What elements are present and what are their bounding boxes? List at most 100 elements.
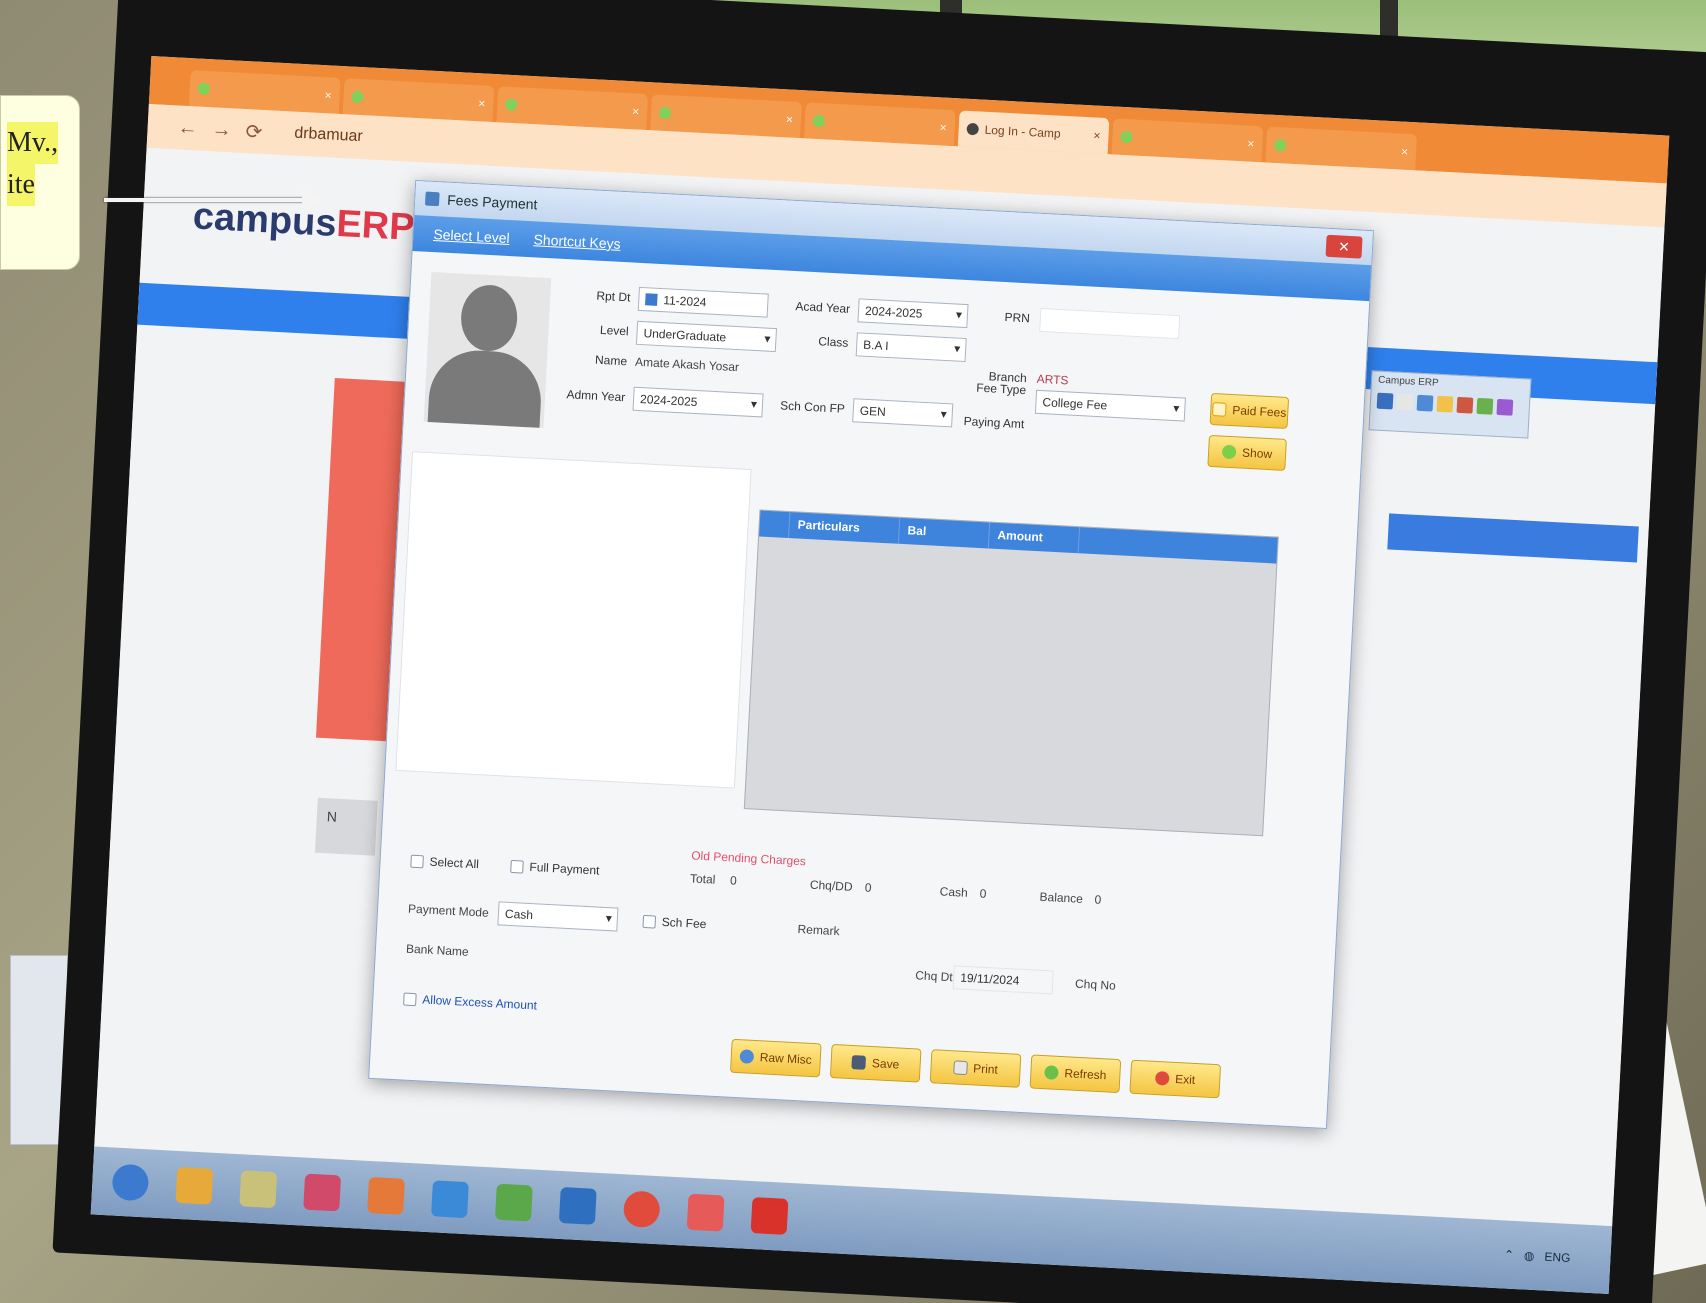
prn-field[interactable] — [1039, 307, 1181, 340]
sch-fee-checkbox[interactable]: Sch Fee — [642, 914, 707, 931]
rpt-dt-value: 11-2024 — [662, 293, 707, 310]
toolbar-icon[interactable] — [1496, 398, 1514, 416]
checkbox-box[interactable] — [410, 854, 424, 868]
rpt-dt-label: Rpt Dt — [596, 288, 631, 305]
payment-mode-select[interactable]: Cash — [497, 901, 619, 932]
toolbar-icon[interactable] — [1436, 395, 1454, 413]
student-name: Amate Akash Yosar — [634, 354, 740, 375]
tab-favicon-icon — [351, 90, 364, 104]
paying-amt-label: Paying Amt — [963, 414, 1025, 432]
exit-button[interactable]: Exit — [1129, 1059, 1222, 1099]
tab-favicon-icon — [1273, 138, 1287, 152]
photo-annotation-box: Mv., ite — [0, 95, 80, 270]
url-field[interactable]: drbamuar — [294, 125, 363, 147]
taskbar-app-icon[interactable] — [239, 1170, 278, 1209]
close-icon[interactable]: × — [939, 120, 947, 134]
show-button[interactable]: Show — [1207, 434, 1287, 471]
close-icon[interactable]: × — [1093, 128, 1101, 142]
checkbox-label: Full Payment — [529, 859, 600, 878]
admn-year-label: Admn Year — [566, 387, 626, 405]
tray-network-icon[interactable]: ◍ — [1524, 1249, 1535, 1264]
raw-misc-button[interactable]: Raw Misc — [729, 1038, 822, 1078]
fee-type-label: Fee Type — [975, 380, 1027, 398]
student-photo — [423, 271, 552, 429]
exit-icon — [1154, 1070, 1170, 1086]
taskbar-app-icon[interactable] — [558, 1186, 597, 1225]
level-select[interactable]: UnderGraduate — [635, 320, 778, 353]
rpt-dt-field[interactable]: 11-2024 — [637, 286, 769, 318]
chq-dt-field[interactable]: 19/11/2024 — [952, 965, 1054, 995]
toolbar-icon[interactable] — [1396, 393, 1414, 411]
web-login-box[interactable]: N — [314, 797, 378, 856]
document-icon — [1211, 402, 1227, 417]
file-explorer-icon[interactable] — [175, 1166, 214, 1205]
printer-icon — [952, 1060, 968, 1076]
chq-dd-value: 0 — [864, 880, 872, 895]
name-label: Name — [594, 352, 628, 369]
calendar-icon[interactable] — [645, 293, 658, 306]
grid-header-particulars[interactable]: Particulars — [789, 512, 901, 544]
payment-mode-label: Payment Mode — [407, 901, 490, 920]
cash-value: 0 — [979, 886, 987, 901]
toolbar-icon[interactable] — [1456, 396, 1474, 414]
class-select[interactable]: B.A I — [855, 332, 967, 363]
excel-icon[interactable] — [494, 1183, 533, 1222]
chq-dt-label: Chq Dt — [914, 968, 954, 985]
admn-year-select[interactable]: 2024-2025 — [632, 386, 764, 418]
reload-icon[interactable]: ⟳ — [245, 119, 263, 145]
taskbar-app-icon[interactable] — [367, 1176, 405, 1215]
grid-header-bal[interactable]: Bal — [898, 517, 991, 549]
refresh-icon — [1044, 1065, 1059, 1080]
tray-language[interactable]: ENG — [1544, 1250, 1571, 1265]
close-icon[interactable]: ✕ — [1325, 234, 1363, 259]
button-label: Print — [972, 1061, 999, 1077]
menu-shortcut-keys[interactable]: Shortcut Keys — [533, 231, 621, 252]
floppy-disk-icon — [851, 1055, 867, 1070]
checkbox-box[interactable] — [510, 859, 524, 874]
checkbox-box[interactable] — [403, 992, 417, 1006]
toolbar-icon[interactable] — [1376, 392, 1394, 410]
sch-con-select[interactable]: GEN — [852, 398, 954, 428]
checkbox-box[interactable] — [642, 914, 657, 929]
back-arrow-icon[interactable]: ← — [177, 116, 198, 140]
taskbar-app-icon[interactable] — [686, 1193, 725, 1232]
toolbar-icon[interactable] — [1476, 397, 1494, 415]
grid-header-amount[interactable]: Amount — [988, 522, 1081, 554]
edge-icon[interactable] — [431, 1180, 469, 1219]
pdf-reader-icon[interactable] — [750, 1197, 789, 1235]
total-label: Total — [689, 871, 716, 887]
old-pending-note: Old Pending Charges — [690, 848, 807, 869]
close-icon[interactable]: × — [632, 104, 640, 118]
toolbar-icon[interactable] — [1416, 394, 1434, 412]
taskbar-app-icon[interactable] — [303, 1173, 342, 1212]
dialog-title: Fees Payment — [446, 191, 538, 213]
prn-label: PRN — [1004, 310, 1031, 326]
close-icon[interactable]: × — [1401, 145, 1409, 159]
print-button[interactable]: Print — [929, 1049, 1022, 1088]
show-icon — [1221, 444, 1237, 460]
menu-select-level[interactable]: Select Level — [433, 226, 510, 246]
refresh-button[interactable]: Refresh — [1029, 1054, 1122, 1094]
mini-app-window[interactable]: Campus ERP — [1368, 370, 1532, 439]
save-button[interactable]: Save — [829, 1043, 922, 1083]
cash-label: Cash — [939, 884, 969, 900]
paid-fees-button[interactable]: Paid Fees — [1209, 392, 1290, 429]
acad-year-select[interactable]: 2024-2025 — [857, 298, 969, 329]
chrome-icon[interactable] — [622, 1190, 661, 1229]
forward-arrow-icon[interactable]: → — [211, 118, 232, 142]
allow-excess-checkbox[interactable]: Allow Excess Amount — [403, 992, 537, 1012]
level-label: Level — [599, 322, 630, 339]
start-icon[interactable] — [111, 1163, 150, 1202]
select-all-checkbox[interactable]: Select All — [410, 854, 479, 871]
avatar-shoulders — [427, 348, 544, 429]
fees-grid[interactable]: Particulars Bal Amount — [743, 509, 1279, 837]
close-icon[interactable]: × — [786, 112, 794, 126]
close-icon[interactable]: × — [478, 96, 486, 110]
avatar-head — [459, 283, 519, 353]
annotation-arrow — [104, 198, 314, 202]
fee-type-select[interactable]: College Fee — [1034, 389, 1186, 422]
close-icon[interactable]: × — [1247, 137, 1255, 151]
full-payment-checkbox[interactable]: Full Payment — [510, 859, 600, 878]
tray-up-icon[interactable]: ⌃ — [1504, 1247, 1515, 1262]
close-icon[interactable]: × — [324, 88, 332, 102]
